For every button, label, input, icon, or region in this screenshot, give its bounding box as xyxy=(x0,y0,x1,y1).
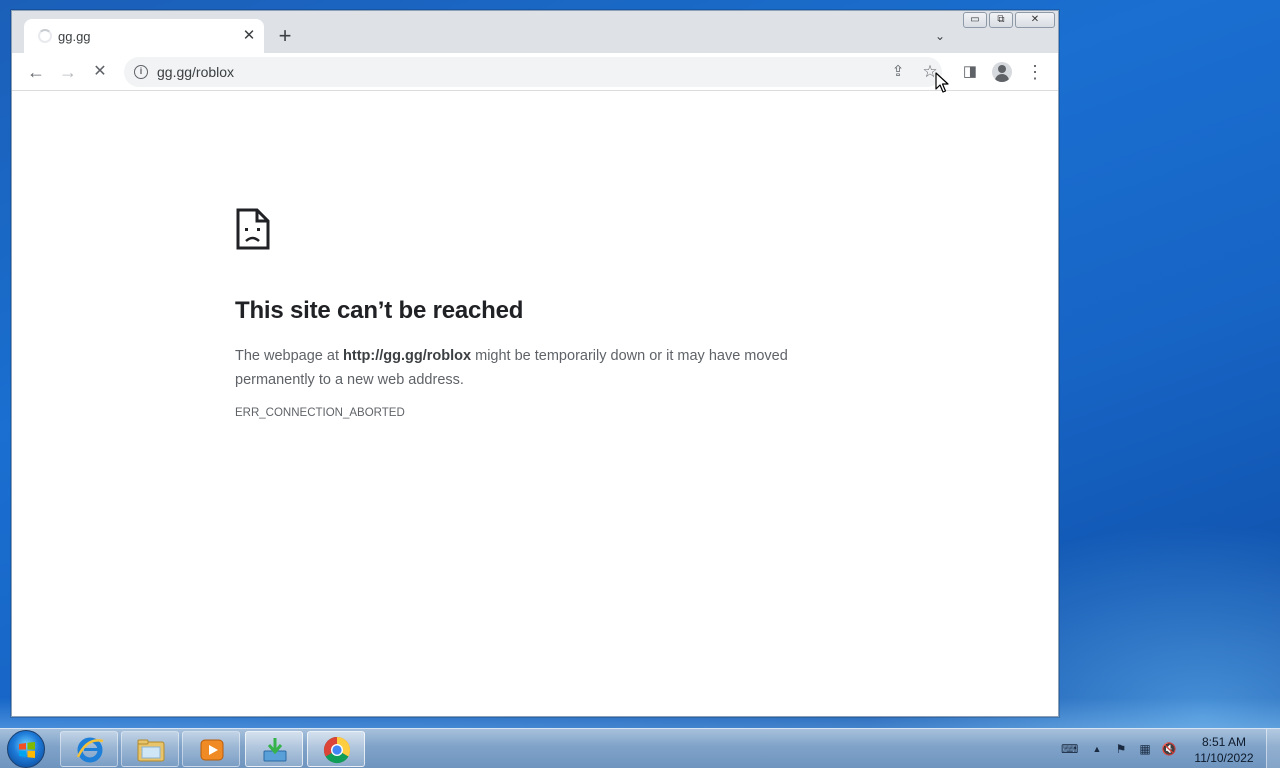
error-title: This site can’t be reached xyxy=(235,297,524,324)
tab-close-icon[interactable]: ✕ xyxy=(240,27,258,45)
forward-button[interactable]: → xyxy=(55,59,81,85)
keyboard-icon[interactable]: ⌨ xyxy=(1061,741,1078,757)
share-icon[interactable]: ⇪ xyxy=(888,62,908,82)
loading-spinner-icon xyxy=(38,29,52,43)
volume-muted-icon[interactable]: 🔇 xyxy=(1161,741,1177,757)
taskbar: ⌨ ▲ ⚑ ▦ 🔇 8:51 AM 11/10/2022 xyxy=(0,728,1280,768)
stop-loading-button[interactable]: ✕ xyxy=(87,59,113,85)
sad-document-icon xyxy=(236,208,270,250)
avatar-head xyxy=(998,65,1006,73)
site-info-icon[interactable]: i xyxy=(134,65,148,79)
address-bar[interactable]: i gg.gg/roblox ⇪ ☆ xyxy=(124,57,942,87)
side-panel-icon[interactable]: ◨ xyxy=(959,61,981,83)
minimize-button[interactable]: ▭ xyxy=(963,12,987,28)
browser-window: gg.gg ✕ + ⌄ ▭ ⧉ ✕ ← → ✕ i gg.gg/roblox ⇪… xyxy=(11,10,1059,717)
error-code: ERR_CONNECTION_ABORTED xyxy=(235,407,405,419)
tab-title: gg.gg xyxy=(58,29,91,44)
window-close-button[interactable]: ✕ xyxy=(1015,12,1055,28)
start-button[interactable] xyxy=(7,730,45,768)
show-hidden-icons-icon[interactable]: ▲ xyxy=(1089,741,1105,757)
maximize-button[interactable]: ⧉ xyxy=(989,12,1013,28)
error-description: The webpage at http://gg.gg/roblox might… xyxy=(235,344,835,392)
taskbar-installer-app[interactable] xyxy=(245,731,303,767)
tab-active[interactable]: gg.gg ✕ xyxy=(24,19,264,53)
error-desc-prefix: The webpage at xyxy=(235,348,344,364)
tab-strip: gg.gg ✕ + ⌄ ▭ ⧉ ✕ xyxy=(12,11,1058,53)
profile-avatar-icon[interactable] xyxy=(992,62,1012,82)
action-center-flag-icon[interactable]: ⚑ xyxy=(1113,741,1129,757)
internet-explorer-icon xyxy=(76,737,104,763)
taskbar-windows-explorer[interactable] xyxy=(121,731,179,767)
media-player-icon xyxy=(200,739,224,761)
system-clock[interactable]: 8:51 AM 11/10/2022 xyxy=(1186,734,1262,766)
chrome-icon xyxy=(323,736,351,764)
windows-logo-icon xyxy=(19,742,35,758)
tab-search-chevron-icon[interactable]: ⌄ xyxy=(930,26,950,46)
clock-date: 11/10/2022 xyxy=(1194,751,1254,765)
clock-time: 8:51 AM xyxy=(1201,735,1247,749)
new-tab-button[interactable]: + xyxy=(274,25,296,47)
avatar-body xyxy=(995,74,1009,82)
back-button[interactable]: ← xyxy=(23,59,49,85)
installer-icon xyxy=(263,738,287,762)
menu-kebab-icon[interactable]: ⋮ xyxy=(1024,61,1046,83)
taskbar-chrome[interactable] xyxy=(307,731,365,767)
network-icon[interactable]: ▦ xyxy=(1137,741,1153,757)
browser-toolbar: ← → ✕ i gg.gg/roblox ⇪ ☆ ◨ ⋮ xyxy=(12,53,1058,91)
error-desc-url: http://gg.gg/roblox xyxy=(343,348,472,364)
taskbar-media-player[interactable] xyxy=(182,731,240,767)
folder-icon xyxy=(137,739,165,762)
error-page: This site can’t be reached The webpage a… xyxy=(12,91,1058,716)
taskbar-internet-explorer[interactable] xyxy=(60,731,118,767)
mouse-cursor-icon xyxy=(935,72,949,93)
show-desktop-button[interactable] xyxy=(1266,729,1280,768)
address-bar-url[interactable]: gg.gg/roblox xyxy=(157,64,234,80)
